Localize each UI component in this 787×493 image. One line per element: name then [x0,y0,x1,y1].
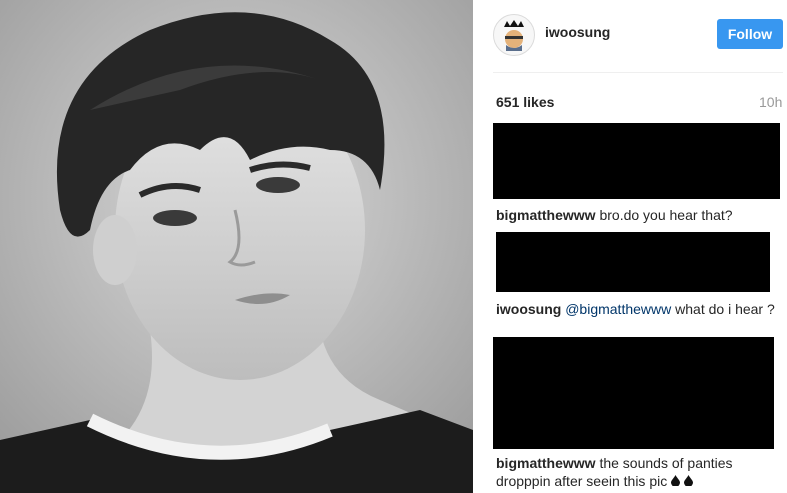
portrait-image [0,0,473,493]
header-divider [493,72,783,73]
comment-3: bigmatthewww the sounds of panties dropp… [496,454,776,490]
droplet-icon [671,472,681,487]
comment-username[interactable]: bigmatthewww [496,207,596,223]
redaction-block-2 [496,232,770,292]
comment-1: bigmatthewww bro.do you hear that? [496,206,776,224]
comment-username[interactable]: bigmatthewww [496,455,596,471]
comment-username[interactable]: iwoosung [496,301,561,317]
likes-count[interactable]: 651 likes [496,94,554,110]
post-username[interactable]: iwoosung [545,24,610,40]
comment-text: what do i hear ? [675,301,775,317]
post-photo[interactable] [0,0,473,493]
follow-button[interactable]: Follow [717,19,783,49]
comment-2: iwoosung @bigmatthewww what do i hear ? [496,300,776,318]
post-header: iwoosung Follow [493,14,783,56]
redaction-block-1 [493,123,780,199]
comment-text: bro.do you hear that? [599,207,733,223]
droplet-icon [684,472,693,487]
post-time[interactable]: 10h [759,94,782,110]
post-sidebar: iwoosung Follow 651 likes 10h bigmatthew… [473,0,787,493]
crown-avatar-icon[interactable] [493,14,535,56]
redaction-block-3 [493,337,774,449]
comment-mention[interactable]: @bigmatthewww [565,301,671,317]
